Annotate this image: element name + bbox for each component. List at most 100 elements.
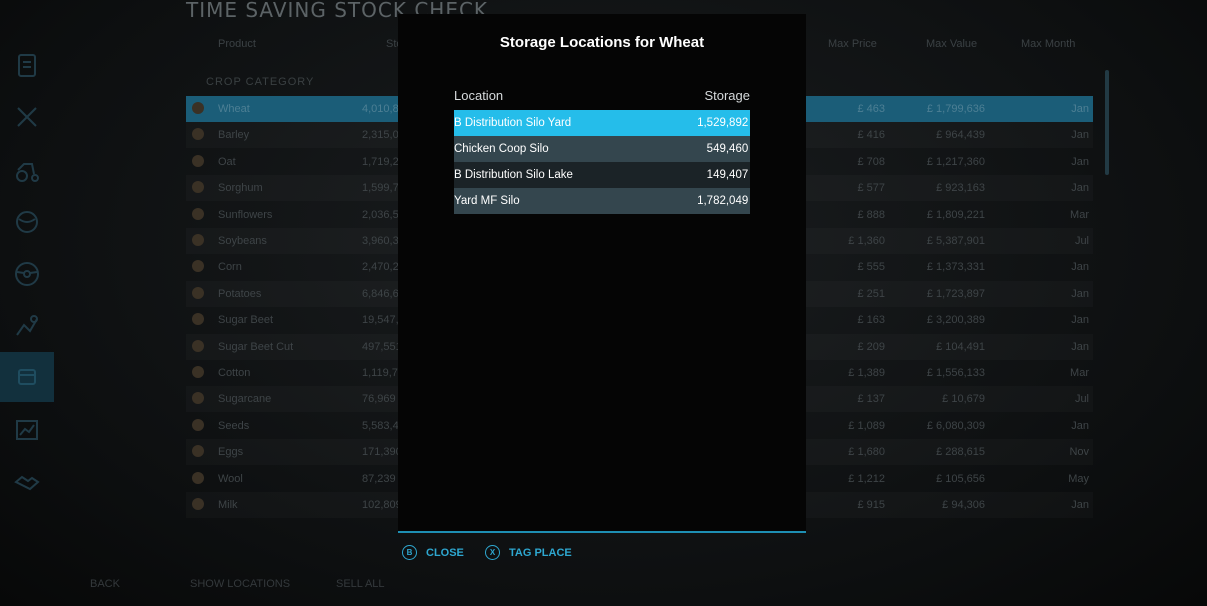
product-icon: [192, 181, 204, 194]
max-price: £ 1,680: [848, 446, 885, 459]
stock-amount: 87,239 l: [362, 472, 402, 485]
product-name: Wheat: [218, 103, 250, 115]
tag-place-label: TAG PLACE: [509, 546, 572, 559]
x-button-icon: X: [485, 545, 500, 560]
show-locations-button[interactable]: SHOW LOCATIONS: [190, 578, 290, 590]
product-icon: [192, 207, 204, 220]
product-name: Sunflowers: [218, 208, 273, 221]
back-button[interactable]: BACK: [90, 578, 120, 590]
max-value: £ 1,799,636: [926, 103, 985, 115]
product-name: Eggs: [218, 446, 244, 459]
product-icon: [192, 445, 204, 458]
max-price: £ 163: [857, 314, 885, 327]
workshop-icon[interactable]: [0, 301, 54, 351]
storage-column-header: Storage: [704, 88, 750, 103]
dialog-title: Storage Locations for Wheat: [499, 34, 705, 51]
max-month: Jan: [1071, 261, 1089, 274]
b-button-icon: B: [402, 545, 417, 560]
max-value: £ 1,217,360: [926, 155, 985, 168]
max-price: £ 251: [857, 287, 885, 300]
product-icon: [192, 102, 204, 114]
product-name: Barley: [218, 129, 250, 142]
max-value: £ 1,556,133: [926, 367, 985, 379]
col-max-month: Max Month: [1021, 38, 1076, 50]
globe-icon[interactable]: [0, 197, 54, 247]
col-product: Product: [218, 38, 256, 50]
max-value: £ 5,387,901: [926, 235, 985, 247]
close-button[interactable]: B CLOSE: [402, 545, 464, 560]
location-row[interactable]: B Distribution Silo Lake 149,407 l: [454, 162, 750, 188]
max-month: Jan: [1071, 182, 1089, 195]
location-row[interactable]: Chicken Coop Silo 549,460 l: [454, 136, 750, 162]
product-name: Sugarcane: [218, 393, 272, 406]
product-icon: [192, 498, 204, 510]
stock-amount: 76,969 l: [362, 393, 402, 406]
product-icon: [192, 260, 204, 273]
max-value: £ 1,373,331: [926, 261, 985, 274]
tag-place-button[interactable]: X TAG PLACE: [485, 545, 572, 560]
product-icon: [192, 154, 204, 167]
product-icon: [192, 366, 204, 378]
product-name: Seeds: [218, 419, 250, 432]
max-price: £ 1,360: [848, 235, 885, 247]
max-price: £ 915: [857, 499, 885, 511]
max-month: Mar: [1070, 367, 1089, 379]
location-name: B Distribution Silo Yard: [454, 117, 572, 129]
max-month: Jan: [1071, 340, 1089, 353]
max-price: £ 577: [857, 182, 885, 195]
sell-all-button[interactable]: SELL ALL: [336, 578, 385, 590]
max-price: £ 708: [857, 155, 885, 168]
product-name: Potatoes: [218, 287, 262, 300]
products-icon[interactable]: [0, 352, 54, 402]
col-max-price: Max Price: [828, 38, 877, 50]
product-icon: [192, 418, 204, 431]
max-month: Jul: [1074, 393, 1089, 406]
max-value: £ 288,615: [936, 446, 985, 459]
product-name: Sugar Beet Cut: [218, 340, 294, 353]
max-price: £ 1,389: [848, 367, 885, 379]
max-price: £ 1,089: [848, 419, 885, 432]
product-icon: [192, 286, 204, 299]
max-value: £ 105,656: [936, 472, 985, 485]
product-icon: [192, 234, 204, 246]
locations-table: Location Storage B Distribution Silo Yar…: [454, 88, 750, 214]
storage-amount: 1,782,049 l: [697, 195, 750, 207]
scrollbar[interactable]: [1105, 70, 1109, 175]
max-month: Nov: [1069, 446, 1089, 459]
product-icon: [192, 339, 204, 352]
max-price: £ 209: [857, 340, 885, 353]
location-name: Chicken Coop Silo: [454, 143, 549, 155]
location-row[interactable]: Yard MF Silo 1,782,049 l: [454, 188, 750, 214]
tools-icon[interactable]: [0, 92, 54, 142]
product-name: Soybeans: [218, 235, 267, 247]
product-icon: [192, 392, 204, 405]
max-month: Jan: [1071, 419, 1089, 432]
handshake-icon[interactable]: [0, 457, 54, 507]
max-value: £ 1,809,221: [926, 208, 985, 221]
steering-wheel-icon[interactable]: [0, 249, 54, 299]
chart-icon[interactable]: [0, 405, 54, 455]
max-month: Jan: [1071, 287, 1089, 300]
max-month: Mar: [1070, 208, 1089, 221]
storage-locations-dialog: Storage Locations for Wheat Location Sto…: [398, 14, 806, 533]
storage-amount: 1,529,892 l: [697, 117, 750, 129]
clipboard-icon[interactable]: [0, 40, 54, 90]
max-month: Jan: [1071, 129, 1089, 142]
location-column-header: Location: [454, 88, 504, 103]
product-name: Sorghum: [218, 182, 263, 195]
tractor-icon[interactable]: [0, 146, 54, 196]
max-price: £ 555: [857, 261, 885, 274]
max-price: £ 416: [857, 129, 885, 142]
max-value: £ 964,439: [936, 129, 985, 142]
product-name: Milk: [218, 499, 238, 511]
location-row[interactable]: B Distribution Silo Yard 1,529,892 l: [454, 110, 750, 136]
product-name: Wool: [218, 472, 243, 485]
max-month: Jan: [1071, 314, 1089, 327]
location-name: B Distribution Silo Lake: [454, 169, 573, 181]
max-value: £ 3,200,389: [926, 314, 985, 327]
category-label: CROP CATEGORY: [206, 76, 315, 88]
max-value: £ 94,306: [942, 499, 985, 511]
product-name: Sugar Beet: [218, 314, 274, 327]
col-max-value: Max Value: [926, 38, 978, 50]
max-price: £ 137: [857, 393, 885, 406]
